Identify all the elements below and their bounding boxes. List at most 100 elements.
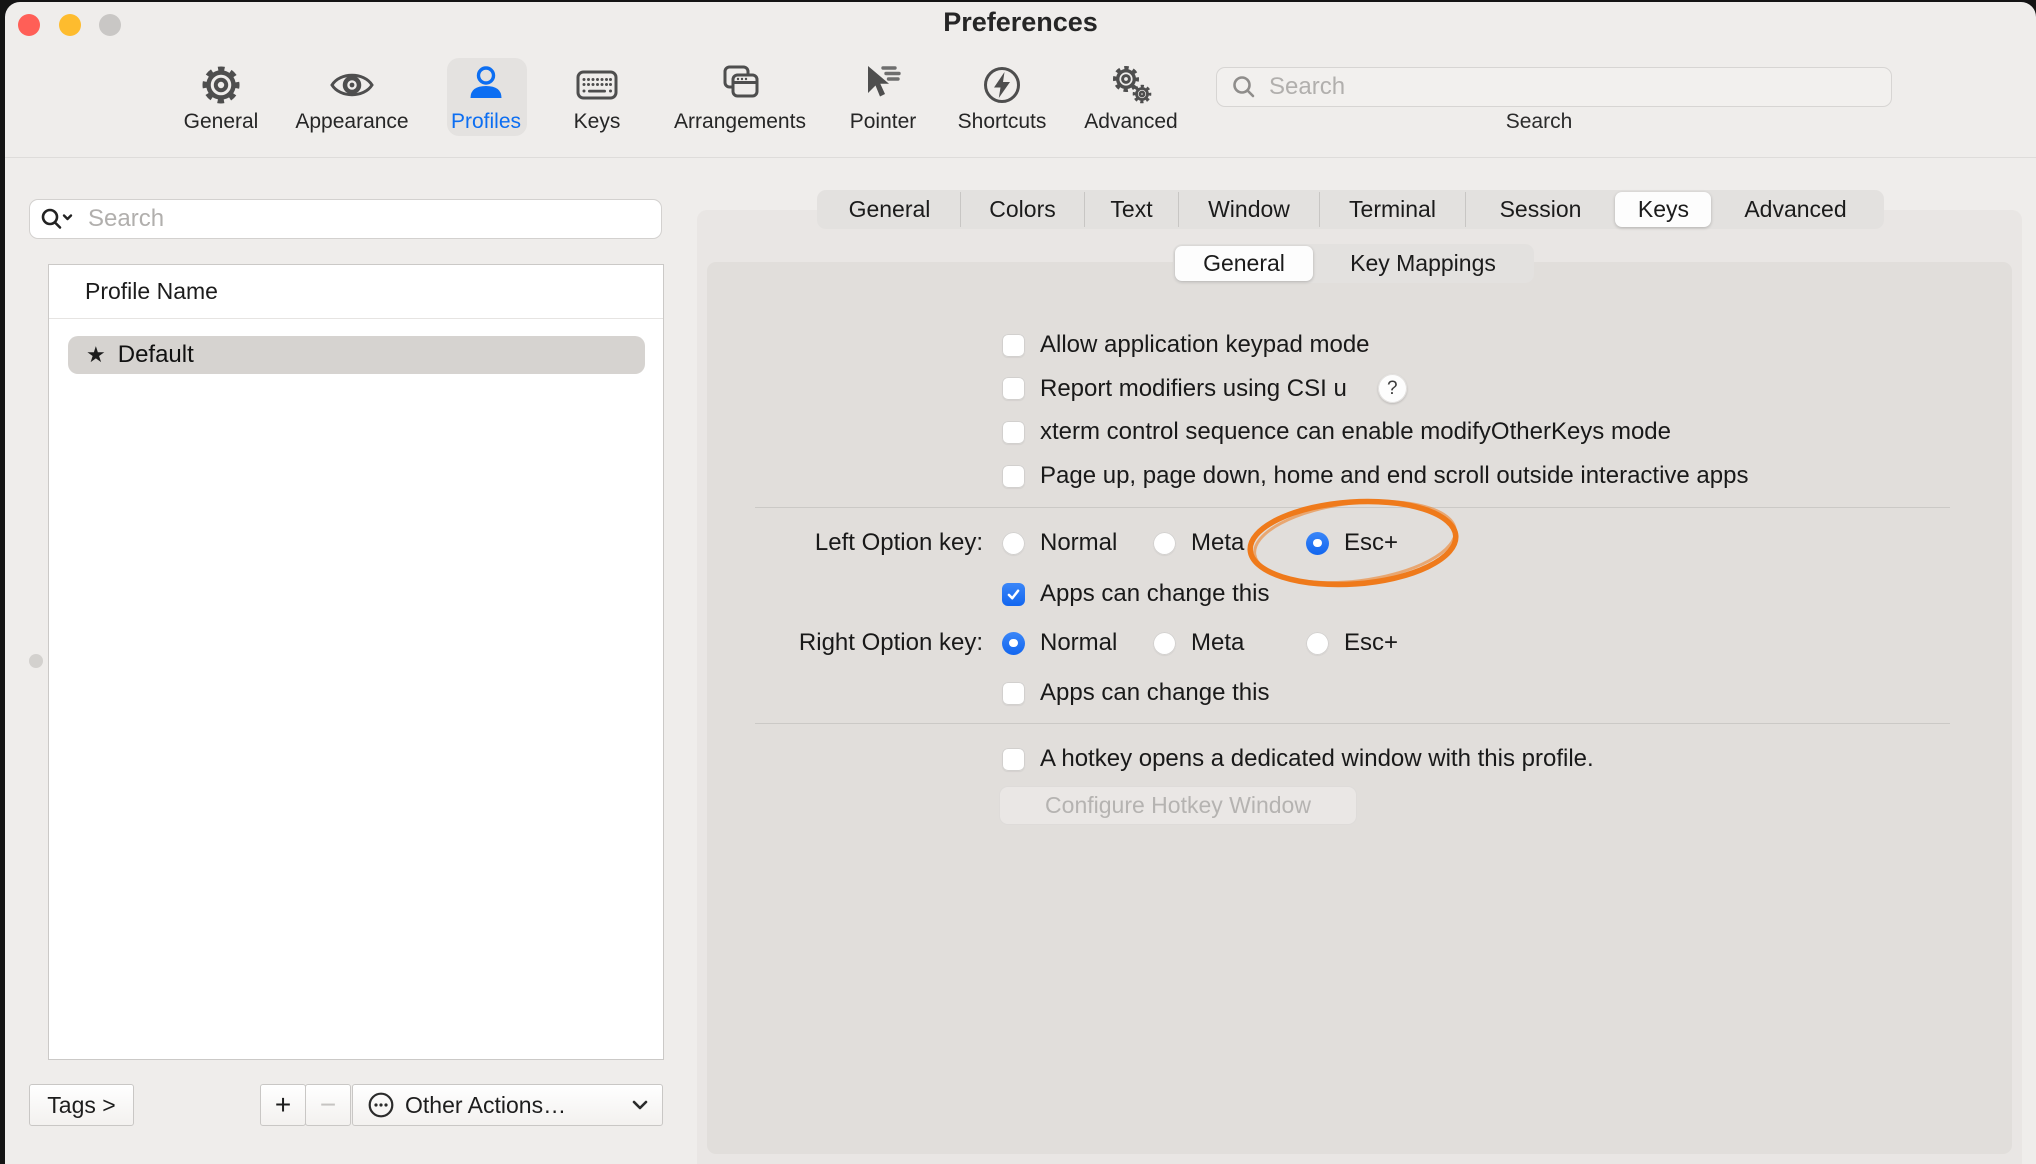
toolbar-label: Appearance [295, 110, 408, 134]
tab-label: Terminal [1349, 196, 1436, 223]
splitter-handle[interactable] [29, 654, 43, 668]
button-label: Configure Hotkey Window [1045, 792, 1311, 819]
search-icon [1231, 74, 1257, 100]
radio-label: Meta [1191, 629, 1244, 657]
chevron-down-icon [632, 1100, 648, 1110]
toolbar-label: Pointer [850, 110, 917, 134]
checkbox-right-apps-can-change[interactable] [1002, 682, 1025, 705]
section-divider [755, 723, 1950, 724]
help-button[interactable]: ? [1378, 374, 1407, 403]
radio-label: Normal [1040, 529, 1117, 557]
checkbox-modify-other-keys[interactable] [1002, 421, 1025, 444]
star-icon: ★ [86, 342, 106, 368]
radio-label: Esc+ [1344, 629, 1398, 657]
toolbar-search-field[interactable] [1216, 67, 1892, 107]
annotation-ellipse [1238, 488, 1472, 600]
configure-hotkey-window-button: Configure Hotkey Window [999, 786, 1357, 825]
toolbar-label: Keys [574, 110, 621, 134]
tab-general[interactable]: General [819, 192, 960, 227]
checkbox-label: Page up, page down, home and end scroll … [1040, 462, 1748, 490]
tab-label: Session [1500, 196, 1582, 223]
profile-search-field[interactable] [29, 199, 662, 239]
tab-session[interactable]: Session [1465, 192, 1615, 227]
tags-button-label: Tags > [47, 1092, 115, 1119]
checkbox-row-keypad-mode: Allow application keypad mode [1002, 331, 1370, 359]
radio-right-option-meta: Meta [1153, 629, 1244, 657]
keys-subtab-bar: General Key Mappings [1173, 244, 1534, 283]
profile-tab-bar: General Colors Text Window Terminal Sess… [817, 190, 1884, 229]
bolt-icon [980, 62, 1024, 108]
checkbox-hotkey-window[interactable] [1002, 748, 1025, 771]
toolbar-label: Arrangements [674, 110, 806, 134]
cursor-icon [861, 62, 905, 108]
tab-label: Text [1110, 196, 1152, 223]
checkbox-label: xterm control sequence can enable modify… [1040, 418, 1671, 446]
window-title: Preferences [5, 7, 2036, 38]
tab-label: Colors [989, 196, 1055, 223]
checkbox-label: A hotkey opens a dedicated window with t… [1040, 745, 1594, 773]
left-option-key-label: Left Option key: [740, 529, 983, 557]
radio-left-option-meta: Meta [1153, 529, 1244, 557]
right-option-key-label: Right Option key: [740, 629, 983, 657]
remove-profile-button: − [305, 1084, 351, 1126]
tab-window[interactable]: Window [1178, 192, 1319, 227]
profile-search-input[interactable] [86, 204, 651, 234]
radio-left-option-normal: Normal [1002, 529, 1117, 557]
tab-label: Keys [1638, 196, 1689, 223]
radio-label: Normal [1040, 629, 1117, 657]
checkbox-left-apps-can-change[interactable] [1002, 583, 1025, 606]
checkbox-scroll-outside-apps[interactable] [1002, 465, 1025, 488]
tab-colors[interactable]: Colors [960, 192, 1084, 227]
windows-icon [717, 62, 763, 108]
profile-list: Profile Name [48, 264, 664, 1060]
tab-text[interactable]: Text [1084, 192, 1178, 227]
subtab-label: Key Mappings [1350, 250, 1496, 277]
toolbar-label: General [184, 110, 259, 134]
question-mark-icon: ? [1387, 378, 1398, 400]
eye-icon [329, 62, 375, 108]
radio-button[interactable] [1002, 632, 1025, 655]
checkbox-row-scroll-outside-apps: Page up, page down, home and end scroll … [1002, 462, 1748, 490]
plus-icon: + [275, 1089, 291, 1121]
toolbar-search-input[interactable] [1267, 72, 1877, 102]
checkbox-row-left-apps-can-change: Apps can change this [1002, 580, 1270, 608]
toolbar-label: Advanced [1084, 110, 1177, 134]
gears-icon [1108, 62, 1154, 108]
checkbox-row-hotkey-window: A hotkey opens a dedicated window with t… [1002, 745, 1594, 773]
subtab-label: General [1203, 250, 1285, 277]
add-profile-button[interactable]: + [260, 1084, 306, 1126]
radio-button[interactable] [1153, 532, 1176, 555]
checkbox-label: Apps can change this [1040, 580, 1270, 608]
checkmark-icon [1006, 587, 1021, 602]
checkbox-csi-u[interactable] [1002, 377, 1025, 400]
checkbox-row-modify-other-keys: xterm control sequence can enable modify… [1002, 418, 1671, 446]
tab-terminal[interactable]: Terminal [1319, 192, 1465, 227]
search-icon [40, 206, 78, 232]
checkbox-label: Report modifiers using CSI u [1040, 375, 1347, 403]
gear-icon [199, 62, 243, 108]
tab-label: Advanced [1744, 196, 1846, 223]
toolbar-item-advanced[interactable]: Advanced [1043, 62, 1219, 134]
other-actions-dropdown[interactable]: Other Actions… [352, 1084, 663, 1126]
other-actions-label: Other Actions… [405, 1092, 566, 1119]
radio-label: Meta [1191, 529, 1244, 557]
radio-button[interactable] [1002, 532, 1025, 555]
tab-advanced[interactable]: Advanced [1711, 192, 1879, 227]
tab-label: Window [1208, 196, 1290, 223]
radio-right-option-esc: Esc+ [1306, 629, 1398, 657]
radio-button[interactable] [1306, 632, 1329, 655]
toolbar-search-label: Search [1216, 110, 1862, 134]
subtab-key-mappings[interactable]: Key Mappings [1313, 246, 1532, 281]
screen: Preferences General Appearance [0, 0, 2036, 1164]
tab-keys[interactable]: Keys [1615, 192, 1711, 227]
radio-button[interactable] [1153, 632, 1176, 655]
toolbar-label: Shortcuts [958, 110, 1047, 134]
profile-row-default[interactable]: ★ Default [68, 336, 645, 374]
radio-right-option-normal: Normal [1002, 629, 1117, 657]
toolbar-divider [5, 157, 2036, 158]
checkbox-row-right-apps-can-change: Apps can change this [1002, 679, 1270, 707]
checkbox-keypad-mode[interactable] [1002, 334, 1025, 357]
tags-button[interactable]: Tags > [29, 1084, 134, 1126]
tab-label: General [849, 196, 931, 223]
subtab-general[interactable]: General [1175, 246, 1313, 281]
